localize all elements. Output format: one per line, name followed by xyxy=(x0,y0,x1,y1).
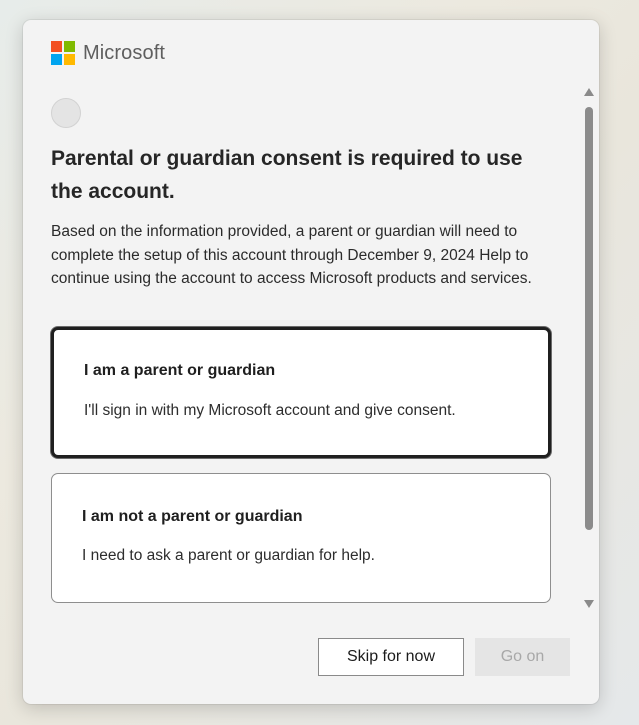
main-content: Parental or guardian consent is required… xyxy=(51,142,555,291)
go-on-button[interactable]: Go on xyxy=(475,638,570,676)
vertical-scrollbar[interactable] xyxy=(580,80,598,618)
page-title: Parental or guardian consent is required… xyxy=(51,147,523,203)
scroll-thumb[interactable] xyxy=(585,107,593,530)
page-description: Based on the information provided, a par… xyxy=(51,223,532,287)
option-parent-description: I'll sign in with my Microsoft account a… xyxy=(84,402,456,419)
option-parent-title: I am a parent or guardian xyxy=(84,362,276,379)
skip-for-now-button[interactable]: Skip for now xyxy=(318,638,464,676)
scroll-down-arrow-icon[interactable] xyxy=(584,600,594,608)
option-not-parent-card[interactable]: I am not a parent or guardian I need to … xyxy=(51,473,551,603)
consent-dialog: Microsoft Parental or guardian consent i… xyxy=(23,20,599,704)
scroll-up-arrow-icon[interactable] xyxy=(584,88,594,96)
option-not-parent-title: I am not a parent or guardian xyxy=(82,508,303,525)
microsoft-logo-icon xyxy=(51,41,75,65)
brand-name: Microsoft xyxy=(83,41,166,64)
option-not-parent-description: I need to ask a parent or guardian for h… xyxy=(82,547,375,564)
option-parent-card[interactable]: I am a parent or guardian I'll sign in w… xyxy=(51,327,551,458)
avatar xyxy=(51,98,81,128)
brand-header: Microsoft xyxy=(51,41,165,65)
